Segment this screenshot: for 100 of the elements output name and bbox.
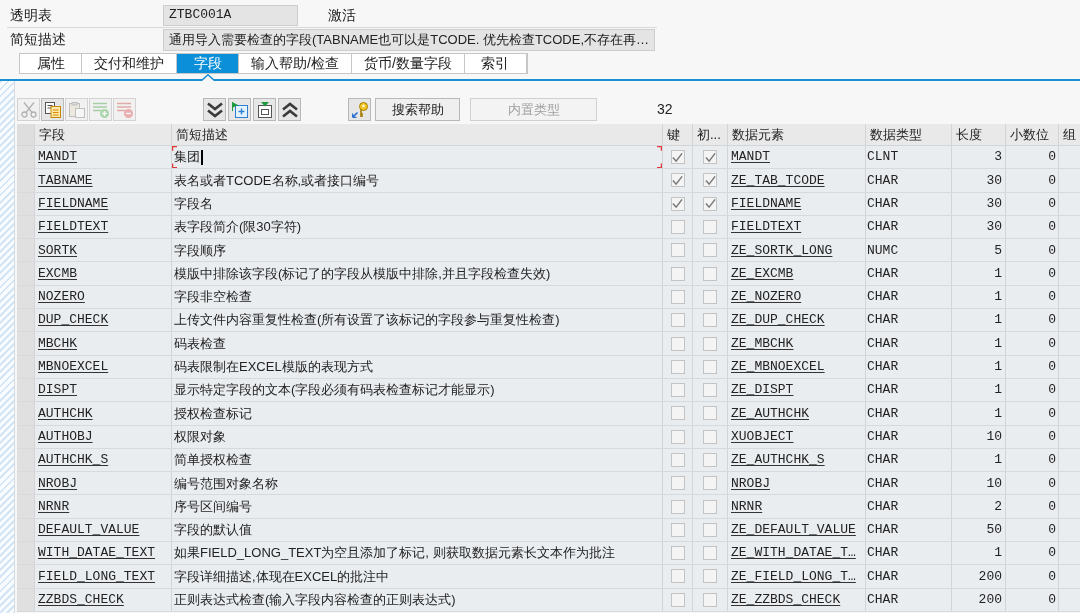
column-header[interactable]: 数据元素 <box>732 124 784 145</box>
description-field[interactable]: 通用导入需要检查的字段(TABNAME也可以是TCODE. 优先检查TCODE,不存在再… <box>163 28 655 51</box>
checkbox[interactable] <box>670 592 685 607</box>
data-element-link[interactable]: NRNR <box>731 496 763 517</box>
toolbar-button[interactable] <box>253 98 276 121</box>
checkbox[interactable] <box>703 569 717 584</box>
field-name-link[interactable]: AUTHCHK_S <box>38 450 109 470</box>
field-name-link[interactable]: ZZBDS_CHECK <box>38 590 124 610</box>
row-selector[interactable] <box>17 472 35 495</box>
data-element-link[interactable]: ZE_NOZERO <box>731 287 802 307</box>
data-element-link[interactable]: ZE_TAB_TCODE <box>731 170 825 191</box>
checkbox[interactable] <box>703 522 717 537</box>
checkbox[interactable] <box>670 220 685 235</box>
column-header[interactable]: 长度 <box>956 124 982 145</box>
row-selector[interactable] <box>17 425 35 448</box>
checkbox[interactable] <box>703 289 717 304</box>
data-element-link[interactable]: XUOBJECT <box>731 426 794 447</box>
checkbox[interactable] <box>670 196 685 211</box>
toolbar-button[interactable] <box>278 98 301 121</box>
data-element-link[interactable]: ZE_WITH_DATAE_T… <box>731 543 856 563</box>
splitter-bar[interactable] <box>0 81 15 613</box>
checkbox[interactable] <box>670 266 685 281</box>
field-name-link[interactable]: MANDT <box>38 147 77 167</box>
checkbox[interactable] <box>703 313 717 328</box>
checkbox[interactable] <box>670 499 685 514</box>
checkbox[interactable] <box>670 429 685 444</box>
column-header[interactable]: 小数位 <box>1010 124 1049 145</box>
field-name-link[interactable]: FIELD_LONG_TEXT <box>38 566 156 587</box>
row-selector[interactable] <box>17 309 35 332</box>
column-header[interactable]: 数据类型 <box>870 124 922 145</box>
field-name-link[interactable]: DEFAULT_VALUE <box>38 520 140 540</box>
checkbox[interactable] <box>703 592 717 607</box>
field-name-link[interactable]: NOZERO <box>38 287 85 307</box>
data-element-link[interactable]: MANDT <box>731 147 770 167</box>
checkbox[interactable] <box>703 406 717 421</box>
row-selector[interactable] <box>17 355 35 378</box>
checkbox[interactable] <box>703 336 717 351</box>
toolbar-button[interactable] <box>41 98 64 121</box>
data-element-link[interactable]: FIELDNAME <box>731 194 802 214</box>
checkbox[interactable] <box>670 569 685 584</box>
row-selector[interactable] <box>17 518 35 542</box>
checkbox[interactable] <box>670 406 685 421</box>
column-header[interactable]: 组 <box>1063 124 1076 145</box>
checkbox[interactable] <box>670 243 685 258</box>
checkbox[interactable] <box>670 522 685 537</box>
column-header[interactable]: 键 <box>667 124 680 145</box>
checkbox[interactable] <box>703 453 717 467</box>
field-name-link[interactable]: SORTK <box>38 240 77 261</box>
field-name-link[interactable]: AUTHCHK <box>38 403 93 424</box>
row-selector[interactable] <box>17 565 35 588</box>
row-selector[interactable] <box>17 285 35 309</box>
column-header[interactable]: 简短描述 <box>176 124 228 145</box>
row-selector[interactable] <box>17 332 35 355</box>
data-element-link[interactable]: ZE_SORTK_LONG <box>731 240 833 261</box>
checkbox[interactable] <box>670 476 685 491</box>
row-selector[interactable] <box>17 495 35 518</box>
checkbox[interactable] <box>703 173 717 188</box>
field-name-link[interactable]: MBNOEXCEL <box>38 357 109 377</box>
checkbox[interactable] <box>703 499 717 514</box>
data-element-link[interactable]: ZE_MBNOEXCEL <box>731 357 825 377</box>
checkbox[interactable] <box>703 429 717 444</box>
data-element-link[interactable]: ZE_DEFAULT_VALUE <box>731 520 856 540</box>
data-element-link[interactable]: ZE_FIELD_LONG_T… <box>731 566 856 587</box>
table-name-field[interactable]: ZTBC001A <box>163 4 298 26</box>
checkbox[interactable] <box>703 243 717 258</box>
data-element-link[interactable]: ZE_EXCMB <box>731 263 794 284</box>
checkbox[interactable] <box>670 383 685 398</box>
checkbox[interactable] <box>703 546 717 561</box>
checkbox[interactable] <box>670 336 685 351</box>
checkbox[interactable] <box>703 150 717 165</box>
data-element-link[interactable]: ZE_AUTHCHK_S <box>731 450 825 470</box>
row-selector[interactable] <box>17 402 35 425</box>
field-name-link[interactable]: NROBJ <box>38 473 77 494</box>
checkbox[interactable] <box>703 383 717 398</box>
field-name-link[interactable]: MBCHK <box>38 333 77 354</box>
data-element-link[interactable]: NROBJ <box>731 473 770 494</box>
column-header[interactable]: 初... <box>697 124 721 145</box>
row-selector[interactable] <box>17 448 35 472</box>
row-selector[interactable] <box>17 378 35 402</box>
field-name-link[interactable]: WITH_DATAE_TEXT <box>38 543 156 563</box>
field-name-link[interactable]: FIELDNAME <box>38 194 109 214</box>
checkbox[interactable] <box>670 289 685 304</box>
checkbox[interactable] <box>703 476 717 491</box>
data-element-link[interactable]: ZE_DISPT <box>731 380 794 400</box>
row-selector[interactable] <box>17 169 35 192</box>
field-name-link[interactable]: EXCMB <box>38 263 77 284</box>
field-name-link[interactable]: DISPT <box>38 380 77 400</box>
checkbox[interactable] <box>670 150 685 165</box>
checkbox[interactable] <box>670 546 685 561</box>
row-selector[interactable] <box>17 146 35 169</box>
checkbox[interactable] <box>670 453 685 467</box>
field-name-link[interactable]: AUTHOBJ <box>38 426 93 447</box>
checkbox[interactable] <box>670 173 685 188</box>
checkbox[interactable] <box>670 359 685 374</box>
data-element-link[interactable]: ZE_ZZBDS_CHECK <box>731 590 841 610</box>
field-name-link[interactable]: NRNR <box>38 496 70 517</box>
data-element-link[interactable]: ZE_AUTHCHK <box>731 403 809 424</box>
checkbox[interactable] <box>703 196 717 211</box>
checkbox[interactable] <box>670 313 685 328</box>
row-selector[interactable] <box>17 239 35 262</box>
